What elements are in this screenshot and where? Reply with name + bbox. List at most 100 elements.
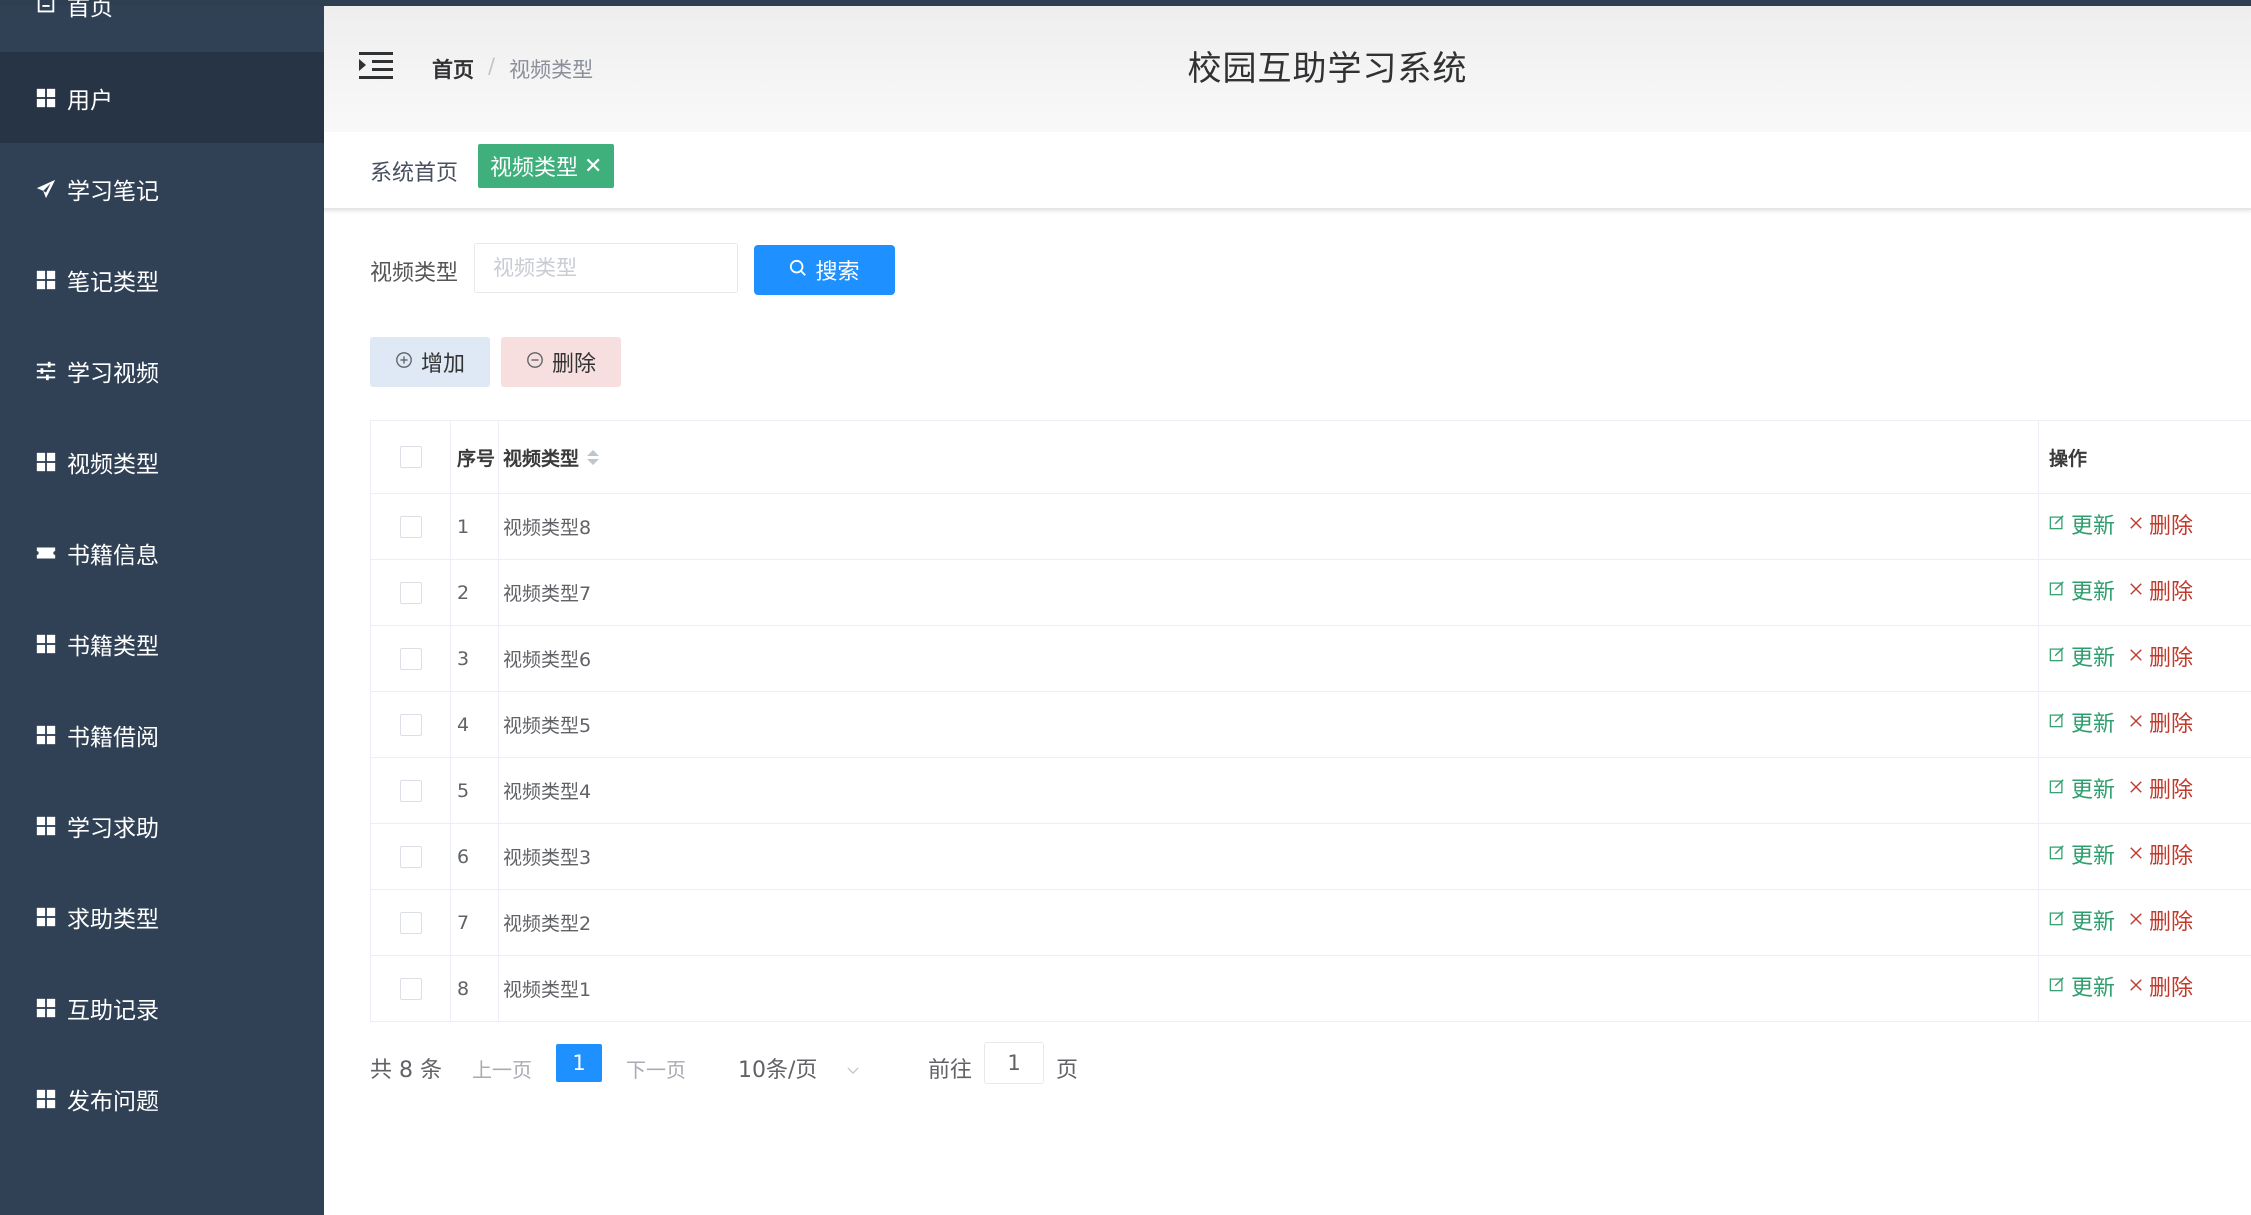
row-update-label: 更新: [2071, 645, 2116, 671]
row-delete-label: 删除: [2149, 645, 2194, 671]
sidebar-item-label: 发布问题: [67, 1088, 159, 1115]
row-update-button[interactable]: 更新: [2049, 574, 2115, 606]
next-page-button[interactable]: 下一页: [626, 1054, 686, 1083]
grid-icon: [34, 905, 58, 929]
sidebar-item-note-types[interactable]: 笔记类型: [0, 234, 324, 325]
close-icon: [2129, 841, 2143, 866]
sidebar-item-users[interactable]: 用户: [0, 52, 324, 143]
row-checkbox[interactable]: [399, 515, 422, 538]
chevron-down-icon: [847, 1056, 860, 1081]
sidebar-item-book-types[interactable]: 书籍类型: [0, 598, 324, 689]
edit-icon: [2049, 709, 2065, 734]
row-update-label: 更新: [2071, 909, 2116, 935]
row-delete-button[interactable]: 删除: [2129, 838, 2193, 870]
close-icon[interactable]: ✕: [584, 154, 602, 179]
row-update-button[interactable]: 更新: [2049, 772, 2115, 804]
sidebar-item-label: 书籍借阅: [67, 724, 159, 751]
close-icon: [2129, 511, 2143, 536]
sidebar-item-label: 书籍类型: [67, 633, 159, 660]
delete-button-label: 删除: [551, 352, 596, 377]
row-select-cell: [371, 956, 451, 1021]
home-icon: [34, 0, 58, 17]
minus-circle-icon: [526, 350, 544, 375]
row-delete-button[interactable]: 删除: [2129, 574, 2193, 606]
grid-icon: [34, 1087, 58, 1111]
batch-delete-button[interactable]: 删除: [501, 337, 621, 387]
sidebar-item-post-question[interactable]: 发布问题: [0, 1053, 324, 1144]
row-video-type: 视频类型3: [499, 824, 2039, 889]
row-index: 5: [451, 758, 499, 823]
page-number-button[interactable]: 1: [556, 1044, 602, 1082]
page-size-select[interactable]: 10条/页: [738, 1052, 860, 1084]
row-update-label: 更新: [2071, 579, 2116, 605]
table-row: 5 视频类型4 更新 删除: [371, 758, 2251, 824]
row-update-button[interactable]: 更新: [2049, 838, 2115, 870]
row-delete-button[interactable]: 删除: [2129, 508, 2193, 540]
row-checkbox[interactable]: [399, 713, 422, 736]
search-input[interactable]: [474, 243, 738, 293]
sidebar-item-home[interactable]: 首页: [0, 0, 324, 42]
row-select-cell: [371, 560, 451, 625]
grid-icon: [34, 450, 58, 474]
tag-video-types[interactable]: 视频类型 ✕: [478, 144, 615, 188]
sliders-icon: [34, 359, 58, 383]
row-delete-button[interactable]: 删除: [2129, 640, 2193, 672]
select-all-checkbox[interactable]: [399, 446, 422, 468]
row-video-type: 视频类型4: [499, 758, 2039, 823]
grid-icon: [34, 723, 58, 747]
sidebar-item-study-videos[interactable]: 学习视频: [0, 325, 324, 416]
sidebar-item-mutual-records[interactable]: 互助记录: [0, 962, 324, 1053]
page-size-value: 10条/页: [738, 1058, 818, 1083]
row-delete-button[interactable]: 删除: [2129, 904, 2193, 936]
row-update-button[interactable]: 更新: [2049, 508, 2115, 540]
tags-bar: 系统首页 视频类型 ✕: [324, 132, 2251, 210]
row-delete-button[interactable]: 删除: [2129, 706, 2193, 738]
table-row: 1 视频类型8 更新 删除: [371, 494, 2251, 560]
row-update-button[interactable]: 更新: [2049, 970, 2115, 1002]
column-header-type[interactable]: 视频类型: [499, 421, 2039, 493]
row-delete-button[interactable]: 删除: [2129, 772, 2193, 804]
sidebar-item-help-requests[interactable]: 学习求助: [0, 780, 324, 871]
row-delete-label: 删除: [2149, 777, 2194, 803]
sidebar-item-label: 视频类型: [67, 451, 159, 478]
edit-icon: [2049, 511, 2065, 536]
pagination-total: 共 8 条: [370, 1058, 442, 1083]
row-checkbox[interactable]: [399, 581, 422, 604]
row-update-button[interactable]: 更新: [2049, 706, 2115, 738]
row-video-type: 视频类型8: [499, 494, 2039, 559]
prev-page-button[interactable]: 上一页: [472, 1054, 532, 1083]
row-checkbox[interactable]: [399, 911, 422, 934]
table-row: 6 视频类型3 更新 删除: [371, 824, 2251, 890]
search-button[interactable]: 搜索: [754, 245, 895, 295]
row-actions: 更新 删除: [2039, 560, 2251, 625]
row-delete-button[interactable]: 删除: [2129, 970, 2193, 1002]
row-checkbox[interactable]: [399, 977, 422, 1000]
goto-page-input[interactable]: [984, 1042, 1044, 1084]
row-update-button[interactable]: 更新: [2049, 904, 2115, 936]
sidebar-item-book-borrow[interactable]: 书籍借阅: [0, 689, 324, 780]
close-icon: [2129, 577, 2143, 602]
row-actions: 更新 删除: [2039, 626, 2251, 691]
sidebar-item-video-types[interactable]: 视频类型: [0, 416, 324, 507]
row-checkbox[interactable]: [399, 647, 422, 670]
sort-icon[interactable]: [587, 449, 600, 465]
add-button[interactable]: 增加: [370, 337, 490, 387]
sidebar-item-label: 求助类型: [67, 906, 159, 933]
row-actions: 更新 删除: [2039, 758, 2251, 823]
add-button-label: 增加: [420, 352, 465, 377]
sidebar-item-book-info[interactable]: 书籍信息: [0, 507, 324, 598]
edit-icon: [2049, 577, 2065, 602]
table-row: 3 视频类型6 更新 删除: [371, 626, 2251, 692]
row-video-type: 视频类型5: [499, 692, 2039, 757]
row-checkbox[interactable]: [399, 845, 422, 868]
sidebar-item-help-types[interactable]: 求助类型: [0, 871, 324, 962]
row-checkbox[interactable]: [399, 779, 422, 802]
tag-home[interactable]: 系统首页: [370, 155, 458, 187]
row-delete-label: 删除: [2149, 975, 2194, 1001]
row-update-label: 更新: [2071, 513, 2116, 539]
sidebar-item-study-notes[interactable]: 学习笔记: [0, 143, 324, 234]
edit-icon: [2049, 973, 2065, 998]
sidebar-item-label: 首页: [67, 0, 113, 21]
row-update-button[interactable]: 更新: [2049, 640, 2115, 672]
search-button-label: 搜索: [815, 260, 860, 285]
